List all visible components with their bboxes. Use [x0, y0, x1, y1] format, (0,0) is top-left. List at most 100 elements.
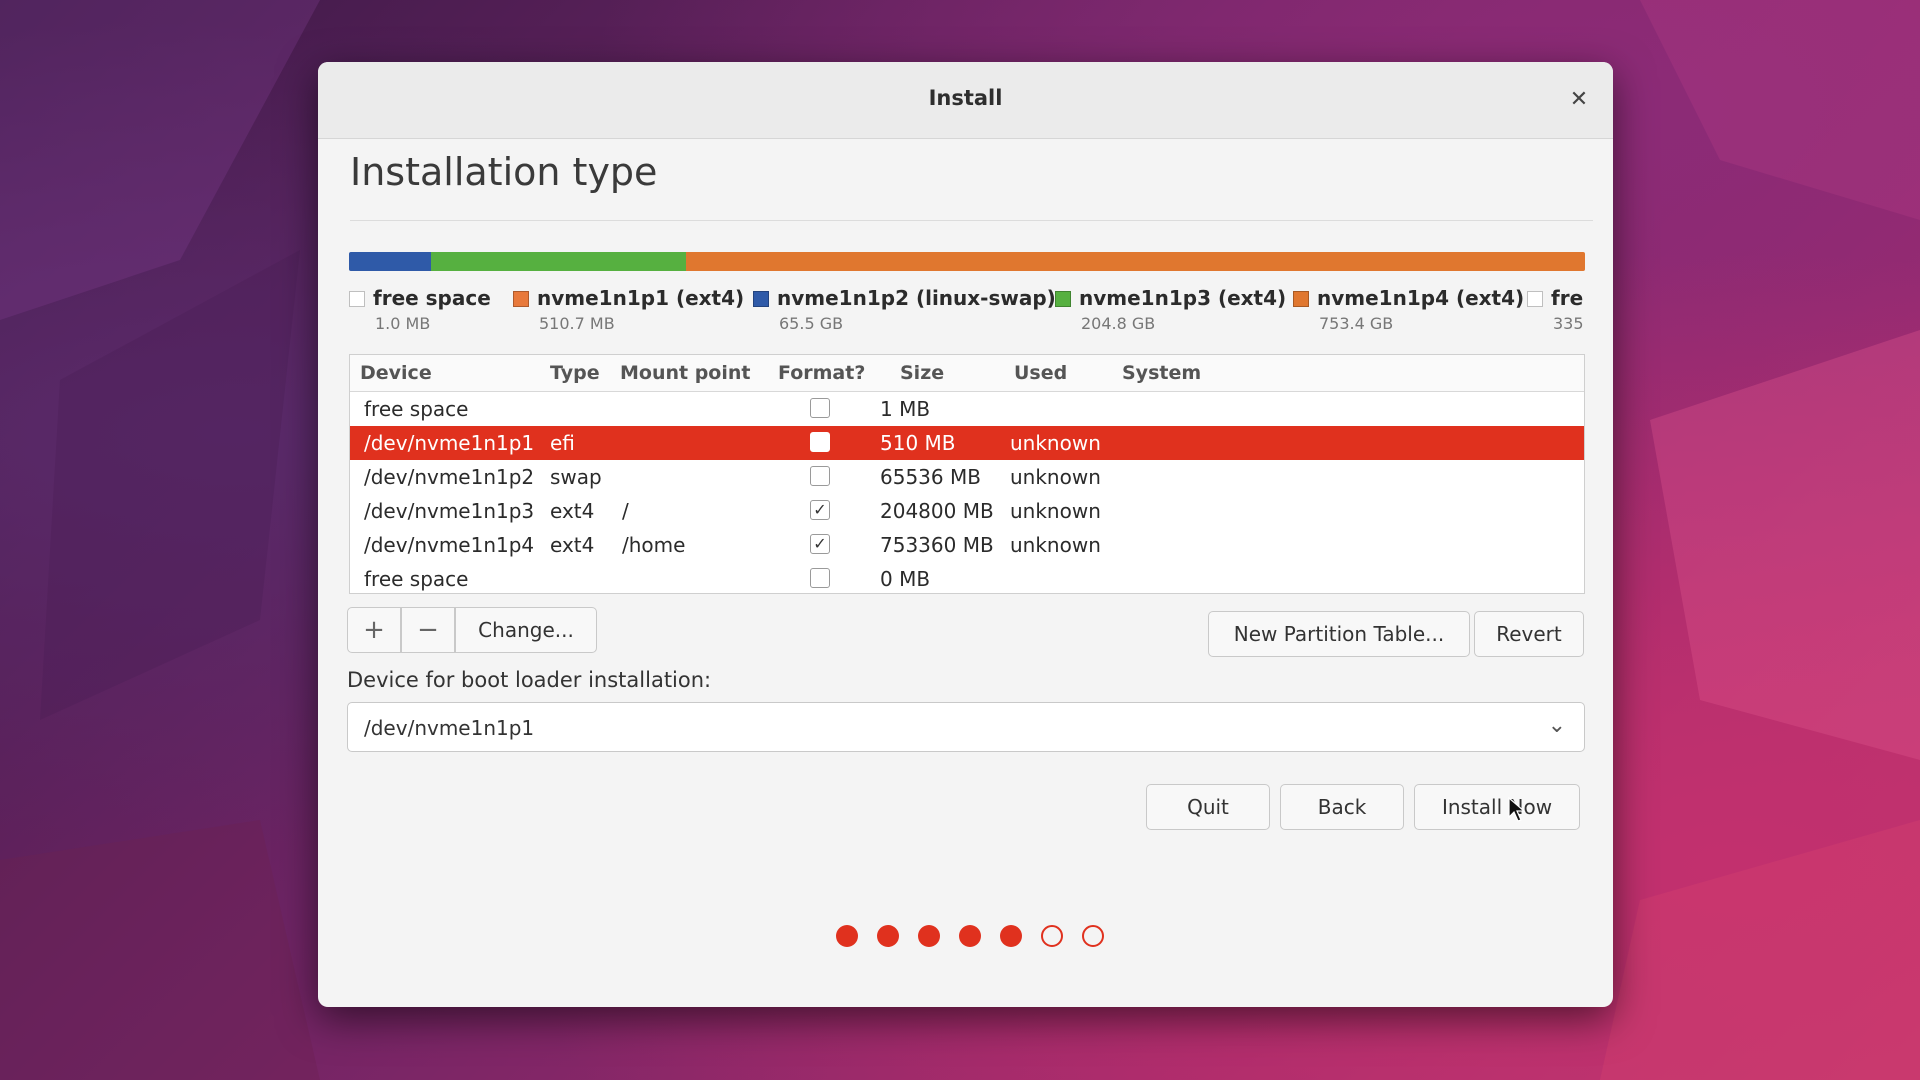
- step-dot-complete: [1000, 925, 1022, 947]
- new-partition-table-button[interactable]: New Partition Table...: [1208, 611, 1470, 657]
- legend-name: nvme1n1p2 (linux-swap): [777, 286, 1056, 310]
- legend-size: 65.5 GB: [779, 314, 844, 333]
- column-header-system[interactable]: System: [1122, 362, 1201, 384]
- revert-button[interactable]: Revert: [1474, 611, 1584, 657]
- column-header-format[interactable]: Format?: [778, 362, 865, 384]
- check-icon: ✓: [813, 534, 827, 553]
- cell-used: unknown: [1010, 465, 1101, 489]
- legend-size: 1.0 MB: [375, 314, 431, 333]
- title-bar: Install ✕: [318, 62, 1613, 139]
- close-icon: ✕: [1569, 87, 1589, 112]
- disk-legend: free space 1.0 MB nvme1n1p1 (ext4) 510.7…: [349, 286, 1589, 342]
- cell-mount-point: /: [622, 499, 629, 523]
- step-dot-complete: [877, 925, 899, 947]
- back-button[interactable]: Back: [1280, 784, 1404, 830]
- cell-type: ext4: [550, 533, 595, 557]
- format-checkbox-checked[interactable]: ✓: [810, 534, 830, 554]
- legend-item-free-space: free space 1.0 MB: [349, 286, 491, 333]
- column-header-type[interactable]: Type: [550, 362, 600, 384]
- remove-partition-button[interactable]: −: [401, 607, 455, 653]
- plus-icon: +: [363, 615, 385, 645]
- legend-name: nvme1n1p3 (ext4): [1079, 286, 1287, 310]
- table-row[interactable]: /dev/nvme1n1p4 ext4 /home ✓ 753360 MB un…: [350, 528, 1584, 562]
- column-header-used[interactable]: Used: [1014, 362, 1067, 384]
- disk-bar-p2: [349, 252, 431, 271]
- legend-size: 335: [1553, 314, 1584, 333]
- quit-button[interactable]: Quit: [1146, 784, 1270, 830]
- table-row[interactable]: /dev/nvme1n1p2 swap 65536 MB unknown: [350, 460, 1584, 494]
- cell-used: unknown: [1010, 499, 1101, 523]
- install-window: Install ✕ Installation type free space 1…: [318, 62, 1613, 1007]
- add-partition-button[interactable]: +: [347, 607, 401, 653]
- legend-swatch: [349, 291, 365, 307]
- partition-table: Device Type Mount point Format? Size Use…: [349, 354, 1585, 594]
- disk-usage-bar: [349, 252, 1585, 271]
- legend-size: 510.7 MB: [539, 314, 615, 333]
- step-dot-pending: [1041, 925, 1063, 947]
- check-icon: ✓: [813, 500, 827, 519]
- cell-size: 204800 MB: [880, 499, 994, 523]
- cell-type: efi: [550, 431, 575, 455]
- cell-device: /dev/nvme1n1p2: [364, 465, 535, 489]
- legend-swatch: [1055, 291, 1071, 307]
- bootloader-selected-value: /dev/nvme1n1p1: [364, 716, 535, 740]
- cell-size: 510 MB: [880, 431, 956, 455]
- page-title: Installation type: [350, 150, 658, 194]
- step-dot-complete: [918, 925, 940, 947]
- legend-item-p1: nvme1n1p1 (ext4) 510.7 MB: [513, 286, 744, 333]
- legend-item-p2: nvme1n1p2 (linux-swap) 65.5 GB: [753, 286, 1056, 333]
- table-actions: New Partition Table... Revert: [1208, 611, 1584, 659]
- chevron-down-icon: ⌄: [1547, 713, 1566, 738]
- minus-icon: −: [417, 615, 439, 645]
- table-row[interactable]: free space 0 MB: [350, 562, 1584, 596]
- window-title: Install: [928, 86, 1003, 110]
- format-checkbox[interactable]: [810, 398, 830, 418]
- legend-swatch: [1293, 291, 1309, 307]
- cell-mount-point: /home: [622, 533, 686, 557]
- legend-item-p4: nvme1n1p4 (ext4) 753.4 GB: [1293, 286, 1524, 333]
- legend-swatch: [513, 291, 529, 307]
- change-partition-button[interactable]: Change...: [455, 607, 597, 653]
- legend-size: 204.8 GB: [1081, 314, 1156, 333]
- install-now-button[interactable]: Install Now: [1414, 784, 1580, 830]
- cell-device: /dev/nvme1n1p4: [364, 533, 535, 557]
- bootloader-device-select[interactable]: /dev/nvme1n1p1 ⌄: [347, 702, 1585, 752]
- cell-size: 0 MB: [880, 567, 931, 591]
- legend-name: fre: [1551, 286, 1584, 310]
- cell-device: free space: [364, 567, 469, 591]
- cell-used: unknown: [1010, 533, 1101, 557]
- legend-name: nvme1n1p4 (ext4): [1317, 286, 1525, 310]
- format-checkbox[interactable]: [810, 432, 830, 452]
- cell-size: 65536 MB: [880, 465, 981, 489]
- format-checkbox[interactable]: [810, 466, 830, 486]
- cell-used: unknown: [1010, 431, 1101, 455]
- close-button[interactable]: ✕: [1565, 86, 1593, 114]
- column-header-mount-point[interactable]: Mount point: [620, 362, 751, 384]
- table-header: Device Type Mount point Format? Size Use…: [350, 355, 1584, 392]
- format-checkbox-checked[interactable]: ✓: [810, 500, 830, 520]
- step-dot-pending: [1082, 925, 1104, 947]
- step-dot-complete: [836, 925, 858, 947]
- legend-swatch: [753, 291, 769, 307]
- legend-name: nvme1n1p1 (ext4): [537, 286, 745, 310]
- divider: [350, 220, 1593, 221]
- cell-device: /dev/nvme1n1p1: [364, 431, 535, 455]
- legend-size: 753.4 GB: [1319, 314, 1394, 333]
- disk-bar-p3: [431, 252, 686, 271]
- cell-device: free space: [364, 397, 469, 421]
- format-checkbox[interactable]: [810, 568, 830, 588]
- step-dot-complete: [959, 925, 981, 947]
- table-row-selected[interactable]: /dev/nvme1n1p1 efi 510 MB unknown: [350, 426, 1584, 460]
- partition-toolbar: + − Change...: [347, 607, 597, 655]
- cell-type: ext4: [550, 499, 595, 523]
- legend-swatch: [1527, 291, 1543, 307]
- step-progress: [836, 925, 1104, 947]
- table-row[interactable]: /dev/nvme1n1p3 ext4 / ✓ 204800 MB unknow…: [350, 494, 1584, 528]
- column-header-device[interactable]: Device: [360, 362, 432, 384]
- cell-type: swap: [550, 465, 602, 489]
- column-header-size[interactable]: Size: [900, 362, 944, 384]
- disk-bar-p4: [686, 252, 1585, 271]
- cell-size: 1 MB: [880, 397, 931, 421]
- table-row[interactable]: free space 1 MB: [350, 392, 1584, 426]
- bootloader-label: Device for boot loader installation:: [347, 668, 712, 692]
